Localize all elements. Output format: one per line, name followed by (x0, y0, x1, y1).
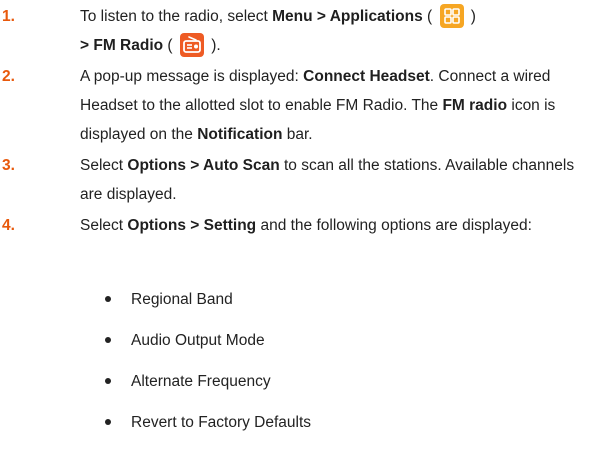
step-1: 1. To listen to the radio, select Menu >… (0, 2, 596, 60)
step-number: 2. (2, 68, 15, 85)
bar-name: Notification (197, 126, 283, 143)
icon-name: FM radio (442, 97, 508, 114)
list-item-label: Revert to Factory Defaults (131, 414, 312, 431)
step-text: To listen to the radio, select Menu > Ap… (80, 2, 590, 60)
step-text-segment: A pop-up message is displayed: (80, 68, 304, 85)
menu-path: Options > Auto Scan (127, 157, 280, 174)
menu-path: > FM Radio (80, 37, 164, 54)
bullet-icon (105, 378, 111, 384)
step-text-segment: bar. (282, 126, 313, 143)
bullet-icon (105, 337, 111, 343)
list-item: Alternate Frequency (0, 367, 596, 396)
fm-radio-app-icon (179, 33, 204, 57)
list-item-label: Alternate Frequency (131, 373, 271, 390)
paren: ) (466, 8, 476, 25)
list-item: Regional Band (0, 285, 596, 314)
step-text-segment: Select (80, 157, 128, 174)
paren: ( (163, 37, 177, 54)
menu-path: Options > Setting (127, 217, 257, 234)
applications-grid-icon (439, 4, 464, 28)
paren: ). (206, 37, 221, 54)
list-item-label: Audio Output Mode (131, 332, 265, 349)
instructions-page: 1. To listen to the radio, select Menu >… (0, 0, 596, 460)
step-number: 3. (2, 157, 15, 174)
bullet-icon (105, 419, 111, 425)
list-item: Revert to Factory Defaults (0, 408, 596, 437)
step-text: Select Options > Auto Scan to scan all t… (80, 151, 590, 209)
step-text-segment: Select (80, 217, 128, 234)
list-item: Audio Output Mode (0, 326, 596, 355)
bullet-icon (105, 296, 111, 302)
step-3: 3. Select Options > Auto Scan to scan al… (0, 151, 596, 209)
step-text: Select Options > Setting and the followi… (80, 211, 590, 240)
step-number: 4. (2, 217, 15, 234)
paren: ( (422, 8, 437, 25)
step-number: 1. (2, 8, 15, 25)
step-text-segment: To listen to the radio, select (80, 8, 273, 25)
step-4: 4. Select Options > Setting and the foll… (0, 211, 596, 269)
menu-path: Menu > Applications (272, 8, 423, 25)
step-text-segment: and the following options are displayed: (256, 217, 532, 234)
list-item-label: Regional Band (131, 291, 233, 308)
step-text: A pop-up message is displayed: Connect H… (80, 62, 590, 149)
step-2: 2. A pop-up message is displayed: Connec… (0, 62, 596, 149)
popup-message-name: Connect Headset (303, 68, 430, 85)
